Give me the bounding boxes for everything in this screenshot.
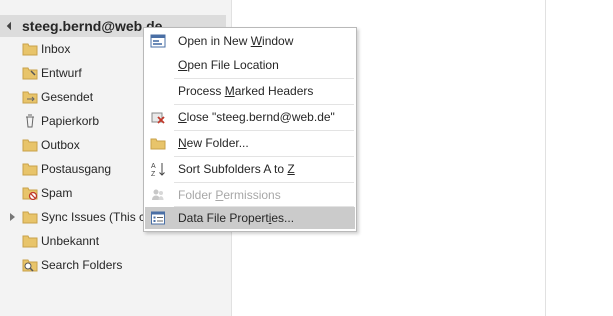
folder-label: Entwurf bbox=[41, 66, 82, 80]
menu-label: Open File Location bbox=[178, 58, 279, 72]
folder-label: Sync Issues (This co bbox=[41, 210, 152, 224]
folder-label: Outbox bbox=[41, 138, 80, 152]
properties-icon bbox=[151, 211, 165, 225]
menu-folder-permissions: Folder Permissions bbox=[145, 184, 355, 206]
menu-label: Open in New Window bbox=[178, 34, 294, 48]
folder-search-folders[interactable]: Search Folders bbox=[0, 255, 230, 275]
menu-separator bbox=[174, 104, 354, 105]
menu-data-file-properties[interactable]: Data File Properties... bbox=[145, 207, 355, 229]
folder-permissions-icon bbox=[152, 189, 164, 200]
folder-label: Inbox bbox=[41, 42, 71, 56]
folder-context-menu: Open in New Window Open File Location Pr… bbox=[143, 27, 357, 232]
folder-label: Gesendet bbox=[41, 90, 94, 104]
folder-label: Search Folders bbox=[41, 258, 123, 272]
menu-separator bbox=[174, 130, 354, 131]
menu-close-data-file[interactable]: Close "steeg.bernd@web.de" bbox=[145, 106, 355, 128]
folder-icon bbox=[22, 211, 38, 224]
menu-label: Close "steeg.bernd@web.de" bbox=[178, 110, 335, 124]
menu-label: Sort Subfolders A to Z bbox=[178, 162, 295, 176]
menu-open-file-location[interactable]: Open File Location bbox=[145, 54, 355, 76]
folder-label: Spam bbox=[41, 186, 73, 200]
search-folder-icon bbox=[22, 259, 38, 272]
outbox-folder-icon bbox=[22, 139, 38, 152]
menu-label: New Folder... bbox=[178, 136, 249, 150]
reading-pane bbox=[546, 0, 613, 316]
svg-text:Z: Z bbox=[151, 171, 156, 177]
folder-unbekannt[interactable]: Unbekannt bbox=[0, 231, 230, 251]
menu-sort-subfolders[interactable]: A Z Sort Subfolders A to Z bbox=[145, 158, 355, 180]
menu-label: Data File Properties... bbox=[178, 211, 295, 225]
menu-separator bbox=[174, 182, 354, 183]
sent-folder-icon bbox=[22, 91, 38, 104]
new-window-icon bbox=[150, 34, 166, 48]
menu-separator bbox=[174, 78, 354, 79]
menu-process-marked-headers[interactable]: Process Marked Headers bbox=[145, 80, 355, 102]
close-data-file-icon bbox=[151, 112, 165, 124]
menu-separator bbox=[174, 156, 354, 157]
menu-new-folder[interactable]: New Folder... bbox=[145, 132, 355, 154]
trash-icon bbox=[26, 114, 34, 128]
folder-label: Papierkorb bbox=[41, 114, 100, 128]
collapse-triangle-icon[interactable] bbox=[6, 21, 16, 31]
junk-folder-icon bbox=[22, 187, 38, 200]
sort-az-icon: A Z bbox=[151, 163, 165, 177]
new-folder-icon bbox=[150, 138, 166, 150]
drafts-folder-icon bbox=[22, 67, 38, 80]
menu-open-in-new-window[interactable]: Open in New Window bbox=[145, 30, 355, 52]
menu-label: Folder Permissions bbox=[178, 188, 281, 202]
account-name: steeg.bernd@web.de bbox=[22, 18, 163, 34]
folder-icon bbox=[22, 43, 38, 56]
folder-label: Unbekannt bbox=[41, 234, 100, 248]
menu-label: Process Marked Headers bbox=[178, 84, 314, 98]
svg-text:A: A bbox=[151, 163, 156, 170]
folder-icon bbox=[22, 163, 38, 176]
folder-icon bbox=[22, 235, 38, 248]
folder-label: Postausgang bbox=[41, 162, 112, 176]
expand-arrow-icon[interactable] bbox=[10, 213, 15, 221]
